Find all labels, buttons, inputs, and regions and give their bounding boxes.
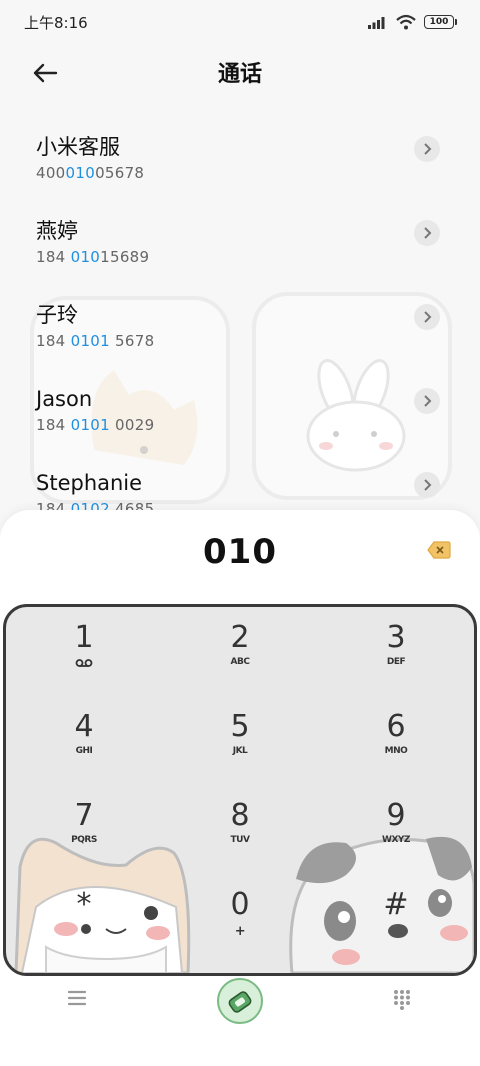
contact-name: 小米客服 — [36, 135, 120, 159]
key-digit: 5 — [230, 709, 250, 744]
key-0[interactable]: 0 + — [162, 887, 318, 973]
status-time: 上午8:16 — [24, 13, 88, 32]
key-hash[interactable]: # — [318, 887, 474, 973]
key-3[interactable]: 3 DEF — [318, 621, 474, 710]
contact-name: Jason — [36, 387, 93, 411]
bottom-bar — [0, 966, 480, 1036]
number-match: 0101 — [70, 416, 110, 434]
key-digit: 2 — [230, 620, 250, 655]
number-match: 0101 — [70, 332, 110, 350]
arrow-left-icon — [33, 63, 58, 83]
signal-icon — [368, 17, 385, 29]
contact-item[interactable]: Jason 184 0101 0029 — [0, 372, 480, 456]
key-digit: 7 — [74, 798, 94, 833]
key-digit: 3 — [386, 620, 406, 655]
delete-button[interactable] — [426, 540, 454, 560]
key-digit: 4 — [74, 709, 94, 744]
key-letters: PQRS — [71, 835, 97, 845]
number-match: 010 — [70, 248, 101, 266]
contact-item[interactable]: 子玲 184 0101 5678 — [0, 288, 480, 372]
phone-icon — [228, 991, 252, 1013]
menu-button[interactable] — [66, 988, 90, 1012]
contact-list: 小米客服 40001005678 燕婷 184 01015689 子玲 184 … — [0, 120, 480, 540]
key-digit: 0 — [230, 887, 250, 922]
key-9[interactable]: 9 WXYZ — [318, 799, 474, 888]
number-suffix: 5678 — [109, 332, 155, 350]
number-prefix: 184 — [36, 416, 71, 434]
contact-detail-button[interactable] — [414, 388, 440, 414]
key-letters: DEF — [386, 657, 406, 667]
contact-name: 子玲 — [36, 303, 78, 327]
chevron-right-icon — [424, 227, 432, 239]
status-icons: 100 — [368, 14, 457, 30]
battery-icon: 100 — [424, 15, 457, 29]
key-5[interactable]: 5 JKL — [162, 710, 318, 799]
number-prefix: 184 — [36, 248, 71, 266]
key-letters: TUV — [230, 835, 250, 845]
number-suffix: 05678 — [95, 164, 145, 182]
contact-number: 40001005678 — [36, 162, 444, 184]
backspace-icon — [427, 541, 451, 559]
contact-number: 184 0101 0029 — [36, 414, 444, 436]
keypad: 1 2 ABC 3 DEF 4 GHI 5 JKL 6 MNO 7 PQRS 8… — [3, 604, 477, 976]
key-letters: ABC — [230, 657, 250, 667]
keypad-grid: 1 2 ABC 3 DEF 4 GHI 5 JKL 6 MNO 7 PQRS 8… — [6, 607, 474, 973]
menu-icon — [67, 990, 87, 1006]
number-prefix: 184 — [36, 332, 71, 350]
key-7[interactable]: 7 PQRS — [6, 799, 162, 888]
key-digit: * — [76, 887, 92, 922]
number-suffix: 15689 — [100, 248, 150, 266]
key-1[interactable]: 1 — [6, 621, 162, 710]
key-6[interactable]: 6 MNO — [318, 710, 474, 799]
contact-detail-button[interactable] — [414, 220, 440, 246]
dialpad-icon — [394, 990, 410, 1010]
contact-item[interactable]: 燕婷 184 01015689 — [0, 204, 480, 288]
chevron-right-icon — [424, 479, 432, 491]
key-letters: + — [234, 924, 246, 939]
key-8[interactable]: 8 TUV — [162, 799, 318, 888]
dialpad-toggle-button[interactable] — [392, 988, 414, 1012]
number-prefix: 400 — [36, 164, 66, 182]
dialed-number: 010 — [203, 532, 277, 572]
chevron-right-icon — [424, 311, 432, 323]
key-digit: 6 — [386, 709, 406, 744]
contact-name: Stephanie — [36, 471, 143, 495]
key-letters: MNO — [384, 746, 408, 756]
wifi-icon — [396, 14, 416, 30]
key-letters: GHI — [75, 746, 93, 756]
key-star[interactable]: * — [6, 887, 162, 973]
page-title: 通话 — [217, 62, 262, 87]
key-digit: # — [383, 887, 409, 922]
header: 通话 — [0, 48, 480, 96]
battery-level: 100 — [429, 17, 449, 27]
number-suffix: 0029 — [109, 416, 155, 434]
contact-detail-button[interactable] — [414, 304, 440, 330]
contact-name: 燕婷 — [36, 219, 78, 243]
chevron-right-icon — [424, 143, 432, 155]
contact-detail-button[interactable] — [414, 136, 440, 162]
contact-number: 184 0101 5678 — [36, 330, 444, 352]
key-letters: JKL — [232, 746, 248, 756]
key-digit: 1 — [74, 620, 94, 655]
contact-number: 184 01015689 — [36, 246, 444, 268]
key-digit: 9 — [386, 798, 406, 833]
chevron-right-icon — [424, 395, 432, 407]
key-letters: WXYZ — [382, 835, 410, 845]
key-2[interactable]: 2 ABC — [162, 621, 318, 710]
key-digit: 8 — [230, 798, 250, 833]
contact-detail-button[interactable] — [414, 472, 440, 498]
contact-item[interactable]: 小米客服 40001005678 — [0, 120, 480, 204]
status-bar: 上午8:16 100 — [0, 0, 480, 44]
key-4[interactable]: 4 GHI — [6, 710, 162, 799]
number-match: 010 — [65, 164, 96, 182]
back-button[interactable] — [28, 56, 62, 90]
call-button[interactable] — [217, 978, 263, 1024]
voicemail-icon — [75, 659, 93, 667]
